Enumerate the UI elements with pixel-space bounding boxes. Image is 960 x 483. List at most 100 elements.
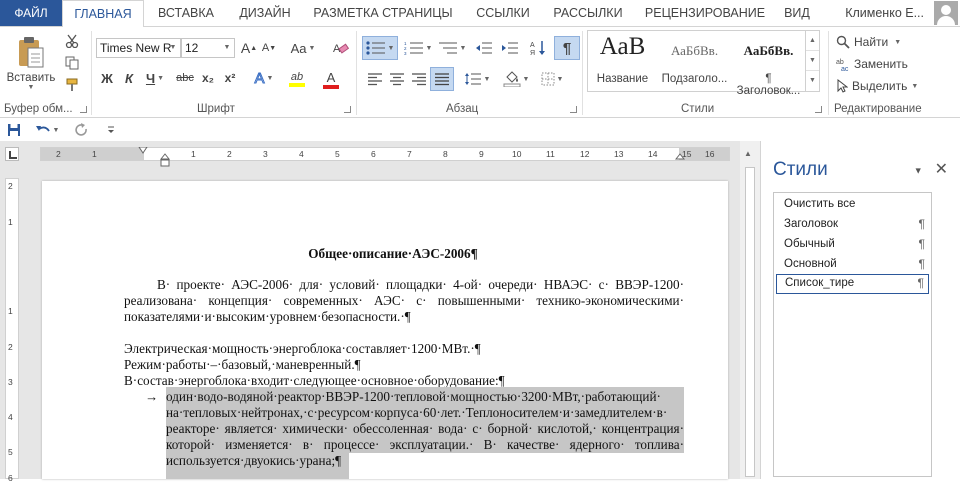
replace-button[interactable]: ab ac Заменить bbox=[836, 54, 916, 74]
sort-button[interactable]: АЯ bbox=[526, 36, 550, 60]
highlight-button[interactable]: ab bbox=[282, 68, 312, 90]
pane-options-icon[interactable]: ▼ bbox=[914, 165, 923, 175]
decrease-indent-button[interactable] bbox=[472, 36, 496, 60]
style-title[interactable]: АаВ Название bbox=[588, 31, 657, 91]
doc-paragraph-2[interactable]: Электрическая·мощность·энергоблока·соста… bbox=[124, 341, 481, 357]
tab-review[interactable]: РЕЦЕНЗИРОВАНИЕ bbox=[636, 0, 774, 26]
hanging-indent-marker[interactable] bbox=[160, 153, 170, 167]
horizontal-ruler[interactable]: 2 1 1 2 3 4 5 6 7 8 9 10 11 12 13 14 15 … bbox=[40, 147, 730, 167]
avatar[interactable] bbox=[934, 1, 958, 25]
undo-button[interactable]: ▼ bbox=[32, 121, 62, 139]
subscript-button[interactable]: x₂ bbox=[198, 68, 218, 88]
font-dialog-launcher[interactable] bbox=[344, 106, 351, 113]
cut-button[interactable] bbox=[62, 31, 82, 51]
strikethrough-button[interactable]: abc bbox=[174, 68, 196, 88]
increase-indent-button[interactable] bbox=[498, 36, 522, 60]
styles-dialog-launcher[interactable] bbox=[815, 106, 822, 113]
doc-paragraph-1-line[interactable]: В· проекте· АЭС-2006· для· условий· площ… bbox=[157, 277, 684, 293]
numbering-button[interactable]: 123 ▼ bbox=[402, 36, 434, 60]
gallery-down-icon[interactable]: ▼ bbox=[806, 51, 819, 71]
document-page[interactable]: Общее·описание·АЭС-2006¶ В· проекте· АЭС… bbox=[42, 181, 728, 479]
scroll-up-icon[interactable]: ▲ bbox=[744, 149, 752, 158]
chevron-down-icon[interactable]: ▼ bbox=[166, 39, 180, 57]
gallery-more-icon[interactable]: ▼ bbox=[806, 71, 819, 91]
italic-button[interactable]: К bbox=[120, 68, 138, 88]
user-name[interactable]: Клименко Е... bbox=[845, 0, 924, 26]
multilevel-list-button[interactable]: ▼ bbox=[436, 36, 468, 60]
doc-bullet-line[interactable]: которой· изменяется· в· процессе· эксплу… bbox=[166, 437, 684, 453]
select-label: Выделить bbox=[852, 79, 908, 93]
doc-paragraph-1-line[interactable]: показателями·и·высоким·уровнем·безопасно… bbox=[124, 309, 411, 325]
vertical-ruler[interactable]: 2 1 1 2 3 4 5 6 bbox=[5, 178, 19, 483]
styles-list-item[interactable]: Обычный ¶ bbox=[776, 234, 929, 254]
tab-references[interactable]: ССЫЛКИ bbox=[466, 0, 540, 26]
copy-button[interactable] bbox=[62, 53, 82, 73]
doc-bullet-line[interactable]: реакторе· является· химически· обессолен… bbox=[166, 421, 684, 437]
font-color-button[interactable]: A bbox=[316, 68, 346, 90]
align-right-button[interactable] bbox=[408, 68, 430, 90]
doc-title[interactable]: Общее·описание·АЭС-2006¶ bbox=[42, 246, 728, 262]
clear-formatting-button[interactable]: A bbox=[330, 38, 352, 58]
ruler-number: 13 bbox=[614, 149, 624, 159]
close-icon[interactable]: ✕ bbox=[935, 161, 948, 178]
doc-bullet-line[interactable]: на·тепловых·нейтронах,·с·ресурсом·корпус… bbox=[166, 405, 684, 421]
ruler-number: 1 bbox=[92, 149, 97, 159]
tab-selector[interactable] bbox=[5, 147, 19, 161]
doc-bullet-line[interactable]: используется·двуокись·урана;¶ bbox=[166, 453, 350, 479]
replace-label: Заменить bbox=[854, 57, 908, 71]
doc-paragraph-1-line[interactable]: реализована· концепция· современных· АЭС… bbox=[124, 293, 684, 309]
style-title-name: Название bbox=[596, 73, 649, 85]
change-case-icon: Aa bbox=[290, 40, 307, 56]
format-painter-button[interactable] bbox=[62, 75, 82, 95]
text-effects-button[interactable]: A ▼ bbox=[250, 68, 278, 88]
grow-font-button[interactable]: A ▲ bbox=[240, 38, 258, 58]
doc-paragraph-3[interactable]: Режим·работы·–·базовый,·маневренный.¶ bbox=[124, 357, 361, 373]
font-name-combo[interactable]: Times New R ▼ bbox=[96, 38, 181, 58]
tab-layout[interactable]: РАЗМЕТКА СТРАНИЦЫ bbox=[306, 0, 460, 26]
style-heading[interactable]: АаБбВв. ¶ Заголовок... bbox=[734, 31, 803, 97]
shrink-font-button[interactable]: A ▼ bbox=[260, 38, 278, 58]
bullets-button[interactable]: ▼ bbox=[362, 36, 398, 60]
tab-view[interactable]: ВИД bbox=[778, 0, 816, 26]
clipboard-dialog-launcher[interactable] bbox=[80, 106, 87, 113]
right-indent-marker[interactable] bbox=[675, 153, 685, 161]
styles-list-item[interactable]: Основной ¶ bbox=[776, 254, 929, 274]
underline-button[interactable]: Ч ▼ bbox=[142, 68, 168, 88]
scroll-thumb[interactable] bbox=[745, 167, 755, 477]
tab-home[interactable]: ГЛАВНАЯ bbox=[62, 0, 144, 27]
styles-list-item[interactable]: Заголовок ¶ bbox=[776, 214, 929, 234]
redo-button[interactable] bbox=[72, 121, 92, 139]
gallery-up-icon[interactable]: ▲ bbox=[806, 31, 819, 51]
gallery-scroll[interactable]: ▲ ▼ ▼ bbox=[805, 31, 819, 91]
style-subtitle[interactable]: АаБбВв. Подзаголо... bbox=[660, 31, 729, 91]
justify-button[interactable] bbox=[430, 67, 454, 91]
select-button[interactable]: Выделить ▼ bbox=[836, 76, 922, 96]
tab-design[interactable]: ДИЗАЙН bbox=[228, 0, 302, 26]
show-marks-button[interactable]: ¶ bbox=[554, 36, 580, 60]
first-line-indent-marker[interactable] bbox=[138, 147, 148, 155]
tab-file[interactable]: ФАЙЛ bbox=[0, 0, 62, 26]
styles-list-item[interactable]: Очистить все bbox=[776, 194, 929, 214]
shading-button[interactable]: ▼ bbox=[500, 68, 532, 90]
ruler-number: 2 bbox=[8, 181, 13, 191]
save-button[interactable] bbox=[5, 121, 23, 139]
chevron-down-icon: ▼ bbox=[27, 83, 35, 91]
styles-list-item-selected[interactable]: Список_тире ¶ bbox=[776, 274, 929, 294]
customize-qat-button[interactable] bbox=[104, 121, 118, 139]
line-spacing-button[interactable]: ▼ bbox=[462, 68, 492, 90]
tab-insert[interactable]: ВСТАВКА bbox=[148, 0, 224, 26]
find-button[interactable]: Найти ▼ bbox=[836, 32, 916, 52]
paste-button[interactable]: Вставить ▼ bbox=[6, 31, 56, 95]
align-left-button[interactable] bbox=[364, 68, 386, 90]
paragraph-dialog-launcher[interactable] bbox=[570, 106, 577, 113]
superscript-button[interactable]: x² bbox=[220, 68, 240, 88]
align-center-button[interactable] bbox=[386, 68, 408, 90]
font-size-combo[interactable]: 12 ▼ bbox=[181, 38, 235, 58]
doc-bullet-line[interactable]: один·водо-водяной·реактор·ВВЭР-1200·тепл… bbox=[166, 387, 684, 405]
chevron-down-icon[interactable]: ▼ bbox=[220, 39, 234, 57]
tab-mailings[interactable]: РАССЫЛКИ bbox=[546, 0, 630, 26]
bold-button[interactable]: Ж bbox=[98, 68, 116, 88]
change-case-button[interactable]: Aa ▼ bbox=[288, 38, 318, 58]
vertical-scrollbar[interactable]: ▲ bbox=[740, 141, 760, 479]
borders-button[interactable]: ▼ bbox=[536, 68, 568, 90]
